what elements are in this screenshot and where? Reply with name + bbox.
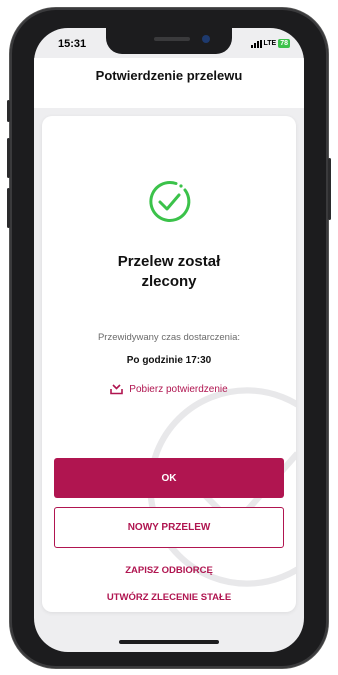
download-confirmation-label: Pobierz potwierdzenie	[129, 384, 228, 395]
check-circle-icon	[149, 181, 191, 222]
screen: 15:31 LTE 78 Potwierdzenie przelewu Prze…	[34, 28, 304, 652]
delivery-time-value: Po godzinie 17:30	[126, 355, 212, 366]
phone-notch	[106, 28, 232, 54]
success-title-line2: zlecony	[141, 273, 197, 290]
phone-side-button	[328, 158, 331, 220]
success-title: Przelew został zlecony	[42, 252, 296, 292]
new-transfer-button[interactable]: NOWY PRZELEW	[54, 507, 284, 548]
app-header: Potwierdzenie przelewu	[34, 58, 304, 108]
create-standing-order-link[interactable]: UTWÓRZ ZLECENIE STAŁE	[42, 592, 296, 603]
status-time: 15:31	[58, 38, 87, 50]
status-indicators: LTE 78	[250, 39, 290, 48]
network-label: LTE	[263, 40, 277, 47]
signal-icon	[250, 39, 262, 48]
ok-button[interactable]: OK	[54, 458, 284, 498]
success-title-line1: Przelew został	[117, 253, 221, 270]
save-recipient-link[interactable]: ZAPISZ ODBIORCĘ	[42, 565, 296, 576]
confirmation-card: Przelew został zlecony Przewidywany czas…	[42, 116, 296, 612]
download-confirmation-link[interactable]: Pobierz potwierdzenie	[42, 384, 296, 395]
phone-side-button	[7, 100, 10, 122]
home-indicator	[119, 640, 219, 644]
page-title: Potwierdzenie przelewu	[95, 68, 243, 83]
camera	[202, 35, 210, 43]
download-tray-icon	[110, 384, 124, 395]
battery-icon: 78	[278, 39, 290, 48]
phone-side-button	[7, 188, 10, 228]
phone-side-button	[7, 138, 10, 178]
speaker	[154, 37, 190, 41]
delivery-time-label: Przewidywany czas dostarczenia:	[97, 332, 241, 343]
